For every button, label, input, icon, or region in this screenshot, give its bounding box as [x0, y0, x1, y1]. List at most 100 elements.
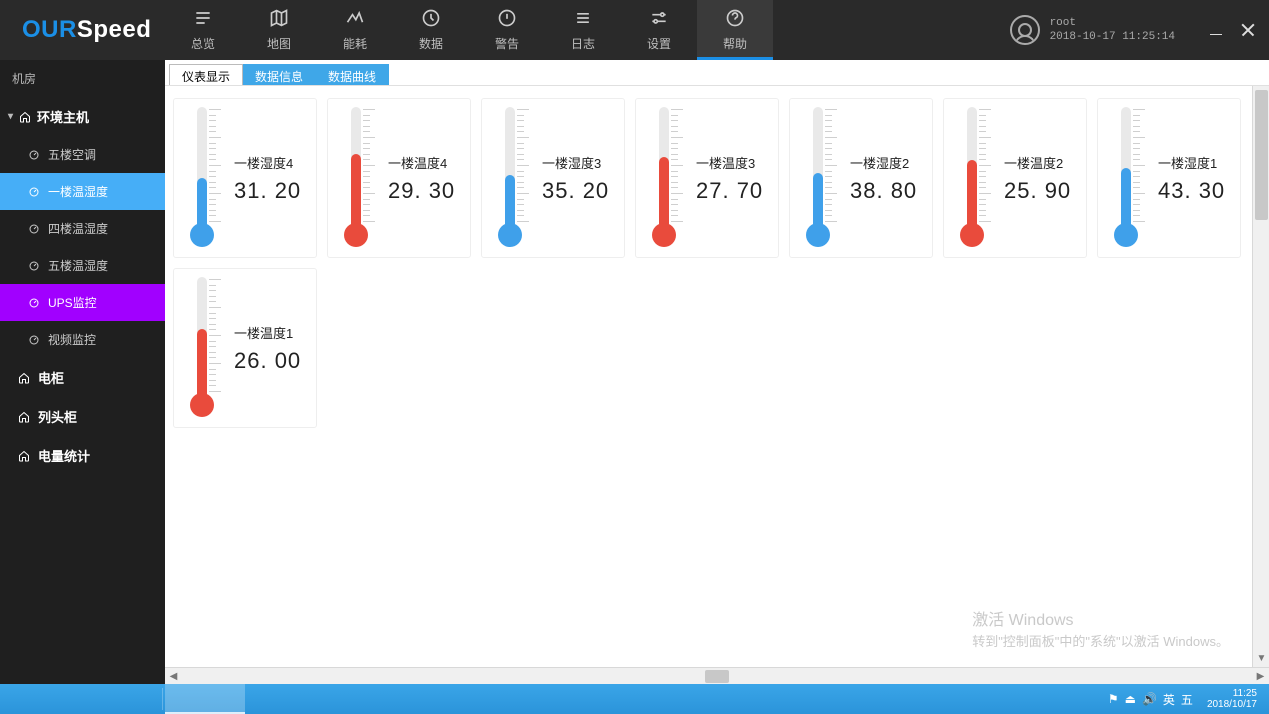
user-block[interactable]: root 2018-10-17 11:25:14 [1010, 0, 1195, 60]
thermo-ticks [1133, 109, 1147, 223]
nav-log[interactable]: 日志 [545, 0, 621, 60]
nav-help[interactable]: 帮助 [697, 0, 773, 60]
gauge-icon [28, 223, 40, 235]
hscroll-thumb[interactable] [705, 670, 729, 683]
gauge-card-3[interactable]: 一楼温度3 27. 70 [635, 98, 779, 258]
log-icon [573, 8, 593, 31]
gauge-card-7[interactable]: 一楼温度1 26. 00 [173, 268, 317, 428]
tray-icon-1[interactable]: ⏏ [1125, 692, 1136, 706]
sidebar-item-label: 五楼空调 [48, 146, 96, 163]
sidebar-item-label: 一楼温湿度 [48, 183, 108, 200]
thermometer [946, 107, 1000, 253]
help-icon [725, 8, 745, 31]
system-tray: ⚑ ⏏ 🔊 英五 11:25 2018/10/17 [1102, 684, 1269, 714]
taskbar-app-browser[interactable] [205, 684, 245, 714]
tab-1[interactable]: 数据信息 [242, 64, 316, 85]
sidebar-sections: 电柜列头柜电量统计 [0, 358, 165, 475]
thermo-bulb [190, 223, 214, 247]
scroll-left-icon[interactable]: ◀ [165, 668, 182, 685]
sidebar-item-0[interactable]: 五楼空调 [0, 136, 165, 173]
nav-label: 地图 [267, 35, 291, 52]
sidebar-section-label: 电柜 [38, 368, 64, 387]
thermo-ticks [979, 109, 993, 223]
gauge-title: 一楼湿度4 [234, 153, 310, 172]
house-icon [18, 411, 30, 423]
scroll-down-icon[interactable]: ▼ [1253, 650, 1269, 667]
nav-energy[interactable]: 能耗 [317, 0, 393, 60]
gauge-title: 一楼湿度1 [1158, 153, 1234, 172]
gauge-card-4[interactable]: 一楼湿度2 38. 80 [789, 98, 933, 258]
thermometer [176, 107, 230, 253]
nav-overview[interactable]: 总览 [165, 0, 241, 60]
gauge-text: 一楼温度3 27. 70 [692, 107, 772, 253]
gauge-value: 29. 30 [388, 178, 464, 204]
taskbar-app-xampp[interactable]: X [165, 684, 205, 714]
thermometer [638, 107, 692, 253]
vscroll-thumb[interactable] [1255, 90, 1268, 220]
thermometer [330, 107, 384, 253]
gauge-card-1[interactable]: 一楼温度4 29. 30 [327, 98, 471, 258]
house-icon [18, 450, 30, 462]
taskbar-app-files[interactable] [120, 684, 160, 714]
taskbar-app-explorer[interactable] [40, 684, 80, 714]
sidebar-item-2[interactable]: 四楼温湿度 [0, 210, 165, 247]
vertical-scrollbar[interactable]: ▲ ▼ [1252, 86, 1269, 667]
tab-0[interactable]: 仪表显示 [169, 64, 243, 85]
taskbar-divider [162, 688, 163, 710]
app-window: OURSpeed 总览地图能耗数据警告日志设置帮助 root 2018-10-1… [0, 0, 1269, 684]
tray-clock[interactable]: 11:25 2018/10/17 [1201, 688, 1263, 710]
nav-data[interactable]: 数据 [393, 0, 469, 60]
horizontal-scrollbar[interactable]: ◀ ▶ [165, 667, 1269, 684]
gauge-card-0[interactable]: 一楼湿度4 31. 20 [173, 98, 317, 258]
gauge-title: 一楼温度4 [388, 153, 464, 172]
gauge-icon [28, 297, 40, 309]
tray-icon-2[interactable]: 🔊 [1142, 692, 1157, 706]
sidebar-item-3[interactable]: 五楼温湿度 [0, 247, 165, 284]
gauge-icon [28, 149, 40, 161]
thermo-bulb [652, 223, 676, 247]
tray-icon-0[interactable]: ⚑ [1108, 692, 1119, 706]
sidebar-section-0[interactable]: 电柜 [0, 358, 165, 397]
sidebar-section-1[interactable]: 列头柜 [0, 397, 165, 436]
taskbar-app-terminal[interactable]: >_ [80, 684, 120, 714]
sidebar-section-label: 电量统计 [38, 446, 90, 465]
sidebar-item-label: 视频监控 [48, 331, 96, 348]
thermo-bulb [344, 223, 368, 247]
thermo-fill [197, 329, 207, 395]
thermo-ticks [671, 109, 685, 223]
minimize-button[interactable] [1209, 23, 1223, 37]
scroll-right-icon[interactable]: ▶ [1252, 668, 1269, 685]
header-spacer [773, 0, 1010, 60]
sidebar-item-1[interactable]: 一楼温湿度 [0, 173, 165, 210]
nav-settings[interactable]: 设置 [621, 0, 697, 60]
sidebar-section-2[interactable]: 电量统计 [0, 436, 165, 475]
tray-icon-3[interactable]: 英 [1163, 691, 1175, 708]
gauge-card-5[interactable]: 一楼温度2 25. 90 [943, 98, 1087, 258]
gauge-title: 一楼温度3 [696, 153, 772, 172]
thermo-fill [505, 175, 515, 225]
tray-icon-4[interactable]: 五 [1181, 691, 1193, 708]
alert-icon [497, 8, 517, 31]
sidebar-group-env[interactable]: ▾ 环境主机 [0, 97, 165, 136]
window-controls [1195, 0, 1269, 60]
gauge-text: 一楼湿度3 35. 20 [538, 107, 618, 253]
nav-map[interactable]: 地图 [241, 0, 317, 60]
watermark-line1: 激活 Windows [972, 610, 1229, 632]
nav-label: 能耗 [343, 35, 367, 52]
close-button[interactable] [1241, 23, 1255, 37]
gauge-value: 27. 70 [696, 178, 772, 204]
thermo-fill [351, 154, 361, 225]
gauge-card-6[interactable]: 一楼湿度1 43. 30 [1097, 98, 1241, 258]
gauge-text: 一楼温度4 29. 30 [384, 107, 464, 253]
sidebar-item-label: 五楼温湿度 [48, 257, 108, 274]
sidebar-item-label: UPS监控 [48, 294, 97, 311]
sidebar-item-5[interactable]: 视频监控 [0, 321, 165, 358]
thermo-ticks [825, 109, 839, 223]
nav-alert[interactable]: 警告 [469, 0, 545, 60]
thermo-bulb [806, 223, 830, 247]
tab-2[interactable]: 数据曲线 [315, 64, 389, 85]
gauge-card-2[interactable]: 一楼湿度3 35. 20 [481, 98, 625, 258]
sidebar-item-4[interactable]: UPS监控 [0, 284, 165, 321]
thermometer [792, 107, 846, 253]
taskbar-app-start[interactable] [0, 684, 40, 714]
